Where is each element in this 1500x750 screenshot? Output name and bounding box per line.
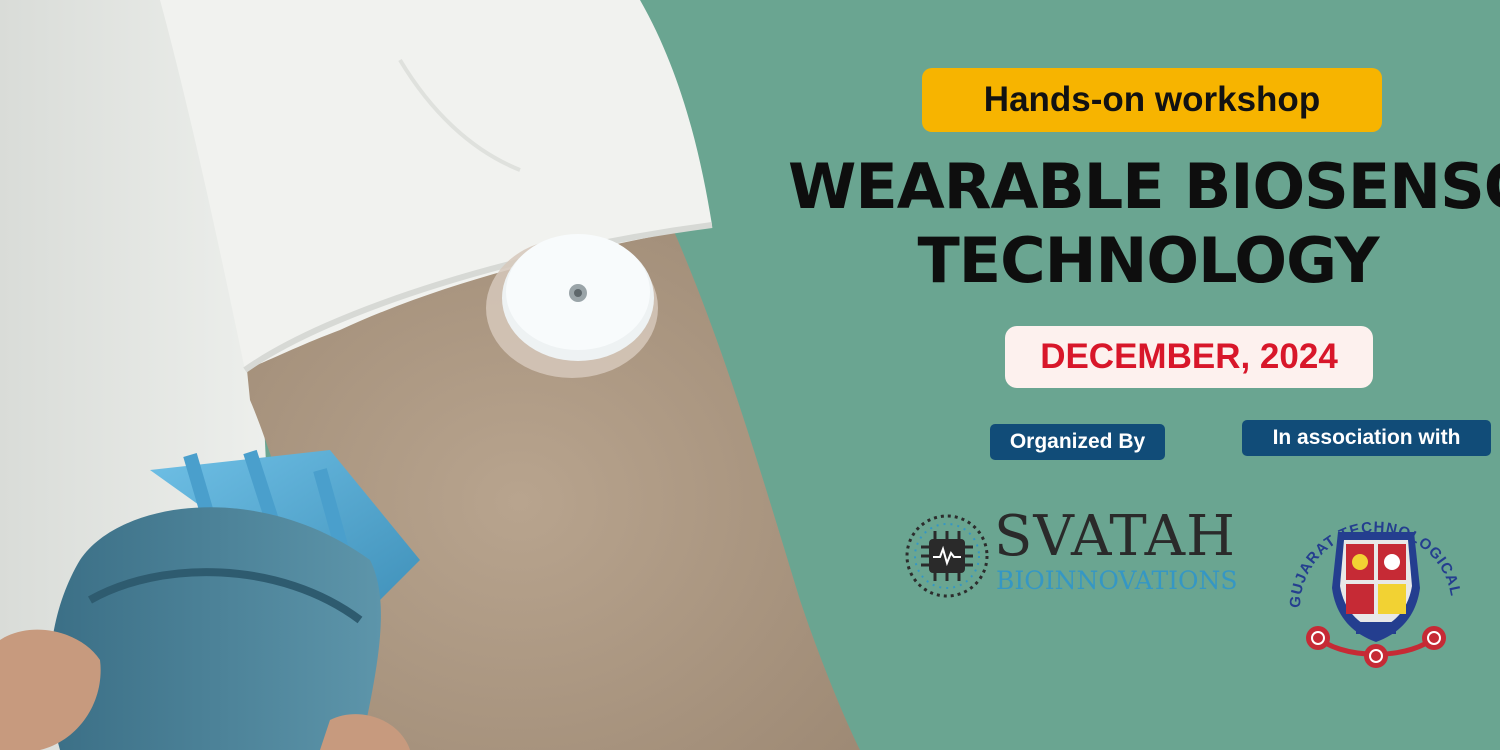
organizer-name: SVATAH	[994, 504, 1236, 569]
date-badge: DECEMBER, 2024	[1005, 326, 1373, 388]
arm-biosensor-photo	[0, 0, 900, 750]
association-tag: In association with	[1242, 420, 1491, 456]
title-line-1: WEARABLE BIOSENSOR	[788, 150, 1500, 223]
page-title: WEARABLE BIOSENSOR TECHNOLOGY	[788, 150, 1500, 298]
banner: Hands-on workshop WEARABLE BIOSENSOR TEC…	[0, 0, 1500, 750]
organizer-subtitle: BIOINNOVATIONS	[996, 566, 1238, 595]
organized-by-tag: Organized By	[990, 424, 1165, 460]
title-line-2: TECHNOLOGY	[917, 224, 1379, 297]
university-seal-icon: GUJARAT TECHNOLOGICAL UNIVERSITY	[1278, 496, 1464, 668]
chip-wave-icon	[905, 514, 989, 598]
workshop-badge: Hands-on workshop	[922, 68, 1382, 132]
